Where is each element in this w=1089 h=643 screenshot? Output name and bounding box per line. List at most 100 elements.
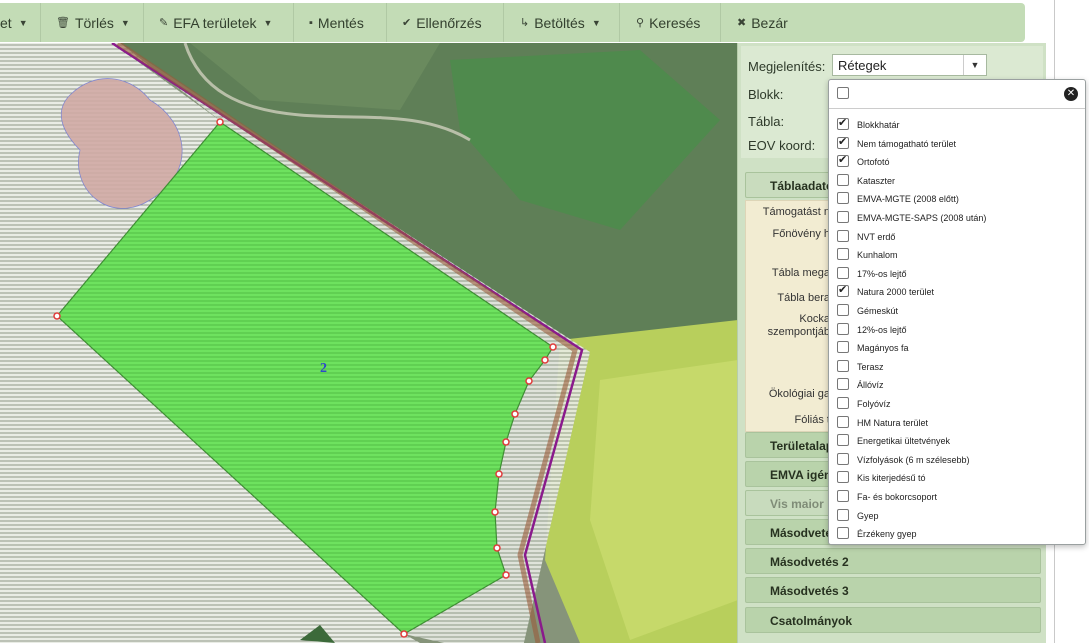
field-label: Fóliás t — [794, 414, 830, 426]
field-label: Támogatást n — [762, 206, 830, 218]
layer-item[interactable]: Vízfolyások (6 m szélesebb) — [837, 451, 1077, 469]
layer-item[interactable]: Energetikai ültetvények — [837, 432, 1077, 450]
toolbar-divider — [720, 3, 721, 42]
toolbar-divider — [503, 3, 504, 42]
display-select[interactable]: Rétegek ▼ — [832, 54, 987, 76]
layer-label: NVT erdő — [857, 231, 896, 242]
layer-item[interactable]: Állóvíz — [837, 376, 1077, 394]
layer-label: Gémeskút — [857, 306, 899, 316]
section-masodvetes-3[interactable]: Másodvetés 3 — [745, 577, 1041, 603]
layer-label: Terasz — [857, 361, 884, 372]
layer-label: Vízfolyások (6 m szélesebb) — [857, 454, 970, 465]
layer-checkbox[interactable] — [837, 173, 849, 186]
parcel-label: 2 — [320, 361, 327, 376]
close-icon[interactable]: ✕ — [1064, 87, 1078, 101]
validate-label: Ellenőrzés — [416, 14, 482, 31]
layer-checkbox[interactable] — [837, 471, 849, 484]
layer-item[interactable]: Kunhalom — [837, 246, 1077, 264]
toolbar-efa-menu[interactable]: ✎ EFA területek ▼ — [159, 3, 272, 42]
layer-item[interactable]: EMVA-MGTE (2008 előtt) — [837, 190, 1077, 208]
toolbar-divider — [619, 3, 620, 42]
layer-checkbox[interactable] — [837, 248, 849, 261]
map-svg: 2 — [0, 43, 738, 643]
layer-checkbox[interactable] — [837, 415, 849, 428]
chevron-down-icon: ▼ — [591, 17, 601, 28]
layer-label: Kunhalom — [857, 250, 898, 261]
validate-button[interactable]: ✔ Ellenőrzés — [402, 3, 482, 42]
layer-label: Kis kiterjedésű tó — [857, 473, 926, 484]
layer-item[interactable]: Fa- és bokorcsoport — [837, 488, 1077, 506]
layer-checkbox[interactable] — [837, 527, 849, 540]
map-canvas[interactable]: 2 — [0, 43, 738, 643]
toolbar-delete-menu[interactable]: 🗑 Törlés ▼ — [56, 3, 130, 42]
close-button[interactable]: ✖ Bezár — [737, 3, 788, 42]
layer-checkbox[interactable] — [837, 229, 849, 242]
layer-item[interactable]: 12%-os lejtő — [837, 321, 1077, 339]
select-all-checkbox[interactable] — [837, 87, 849, 99]
layer-item[interactable]: Kis kiterjedésű tó — [837, 469, 1077, 487]
layer-item[interactable]: 17%-os lejtő — [837, 265, 1077, 283]
table-label: Tábla: — [748, 114, 785, 129]
layer-item[interactable]: Érzékeny gyep — [837, 525, 1077, 543]
layer-checkbox[interactable] — [837, 378, 849, 391]
toolbar-divider — [293, 3, 294, 42]
layer-checkbox[interactable] — [837, 116, 849, 130]
layer-checkbox[interactable] — [837, 304, 849, 316]
layer-item[interactable]: Nem támogatható terület — [837, 135, 1077, 153]
layer-label: Gyep — [857, 510, 879, 521]
toolbar-delete-label: Törlés — [74, 14, 114, 31]
section-label: EMVA igén — [770, 468, 832, 482]
layer-checkbox[interactable] — [837, 192, 849, 205]
section-label: Másodvetés 2 — [770, 555, 849, 569]
toolbar-divider — [386, 3, 387, 42]
layer-checkbox[interactable] — [837, 397, 849, 409]
layer-label: Állóvíz — [857, 380, 884, 391]
layer-item[interactable]: Natura 2000 terület — [837, 283, 1077, 301]
field-label: Ökológiai ga — [768, 388, 830, 400]
section-masodvetes-2[interactable]: Másodvetés 2 — [745, 548, 1041, 574]
layers-popup-header: ✕ — [829, 80, 1085, 109]
section-label: Csatolmányok — [770, 614, 853, 628]
layer-item[interactable]: HM Natura terület — [837, 414, 1077, 432]
layer-item[interactable]: Ortofotó — [837, 153, 1077, 171]
close-label: Bezár — [751, 14, 788, 31]
layer-label: 17%-os lejtő — [857, 268, 907, 279]
layer-item[interactable]: Blokkhatár — [837, 116, 1077, 134]
layers-popup: ✕ Blokkhatár Nem támogatható terület Ortof… — [828, 79, 1086, 545]
layer-checkbox[interactable] — [837, 508, 849, 521]
eov-label: EOV koord: — [748, 138, 816, 153]
search-label: Keresés — [649, 14, 701, 31]
toolbar-edit-menu[interactable]: et ▼ — [0, 3, 28, 42]
layer-checkbox[interactable] — [837, 490, 849, 502]
layer-checkbox[interactable] — [837, 211, 849, 223]
layer-checkbox[interactable] — [837, 283, 849, 298]
layer-item[interactable]: Gémeskút — [837, 302, 1077, 320]
section-label: Másodvetés 3 — [770, 584, 849, 598]
layer-checkbox[interactable] — [837, 434, 849, 447]
layer-item[interactable]: Magányos fa — [837, 339, 1077, 357]
layer-checkbox[interactable] — [837, 452, 849, 465]
display-select-value: Rétegek — [838, 58, 887, 73]
layer-checkbox[interactable] — [837, 135, 849, 149]
section-csatolmanyok[interactable]: Csatolmányok — [745, 607, 1041, 633]
search-button[interactable]: ⚲ Keresés — [636, 3, 700, 42]
layer-item[interactable]: EMVA-MGTE-SAPS (2008 után) — [837, 209, 1077, 227]
save-button[interactable]: ▪ Mentés — [309, 3, 364, 42]
layer-checkbox[interactable] — [837, 266, 849, 279]
layer-item[interactable]: Folyóvíz — [837, 395, 1077, 413]
layer-checkbox[interactable] — [837, 153, 849, 168]
toolbar-divider — [40, 3, 41, 42]
toolbar-load-menu[interactable]: ↳ Betöltés ▼ — [520, 3, 601, 42]
check-icon: ✔ — [402, 17, 412, 29]
layer-item[interactable]: NVT erdő — [837, 228, 1077, 246]
layer-item[interactable]: Terasz — [837, 358, 1077, 376]
layer-item[interactable]: Kataszter — [837, 172, 1077, 190]
layer-checkbox[interactable] — [837, 359, 849, 372]
layer-checkbox[interactable] — [837, 341, 849, 354]
section-label: Vis maior — [770, 497, 824, 511]
layer-item[interactable]: Gyep — [837, 507, 1077, 525]
display-label: Megjelenítés: — [748, 59, 826, 74]
layer-label: EMVA-MGTE-SAPS (2008 után) — [857, 213, 987, 223]
layer-checkbox[interactable] — [837, 322, 849, 335]
chevron-down-icon[interactable]: ▼ — [963, 55, 986, 75]
